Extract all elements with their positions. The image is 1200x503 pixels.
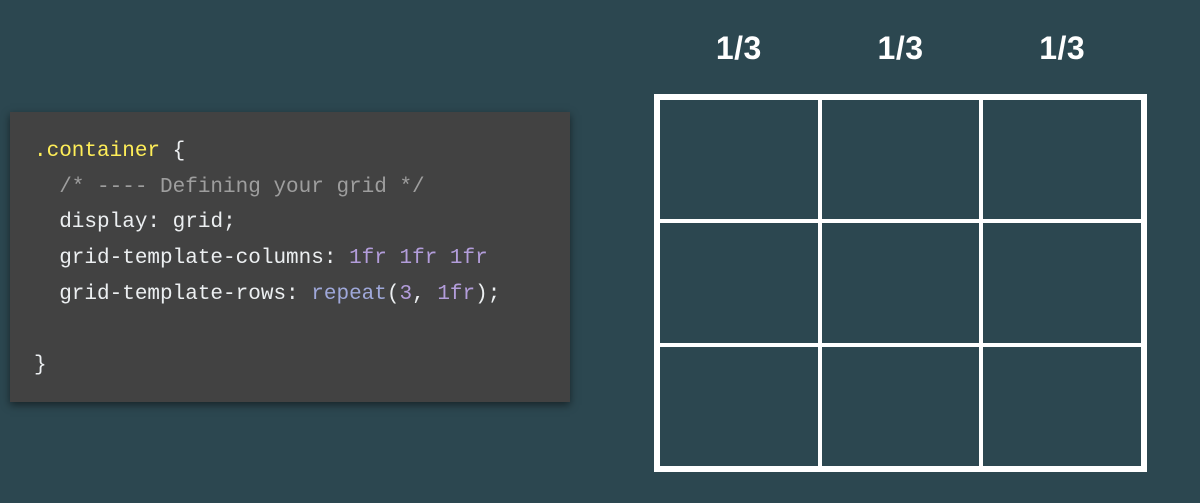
repeat-unit: 1fr	[437, 283, 475, 306]
grid-preview	[658, 98, 1143, 468]
grid-cell	[658, 345, 820, 468]
grid-column-labels: 1/3 1/3 1/3	[658, 30, 1143, 67]
code-text: .container { /* ---- Defining your grid …	[34, 134, 546, 384]
grid-cell	[820, 345, 982, 468]
repeat-count: 3	[400, 283, 413, 306]
colon: :	[286, 283, 299, 306]
css-value-grid: grid	[173, 211, 223, 234]
grid-cell	[981, 221, 1143, 344]
grid-cell	[820, 221, 982, 344]
semicolon: ;	[223, 211, 236, 234]
col-label-2: 1/3	[820, 30, 982, 67]
semicolon: ;	[488, 283, 501, 306]
colon: :	[147, 211, 160, 234]
brace-close: }	[34, 354, 47, 377]
css-comment: /* ---- Defining your grid */	[34, 176, 425, 199]
colon: :	[324, 247, 337, 270]
css-property-grid-cols: grid-template-columns	[34, 247, 324, 270]
css-property-grid-rows: grid-template-rows	[34, 283, 286, 306]
grid-cell	[981, 98, 1143, 221]
grid-cell	[820, 98, 982, 221]
paren-open: (	[387, 283, 400, 306]
css-property-display: display	[34, 211, 147, 234]
css-fn-repeat: repeat	[311, 283, 387, 306]
brace-open: {	[173, 140, 186, 163]
grid-cell	[658, 221, 820, 344]
css-selector: .container	[34, 140, 160, 163]
comma: ,	[412, 283, 425, 306]
code-block: .container { /* ---- Defining your grid …	[10, 112, 570, 402]
col-label-1: 1/3	[658, 30, 820, 67]
grid-cell	[658, 98, 820, 221]
css-value-fr-list: 1fr 1fr 1fr	[349, 247, 488, 270]
paren-close: )	[475, 283, 488, 306]
col-label-3: 1/3	[981, 30, 1143, 67]
grid-cell	[981, 345, 1143, 468]
